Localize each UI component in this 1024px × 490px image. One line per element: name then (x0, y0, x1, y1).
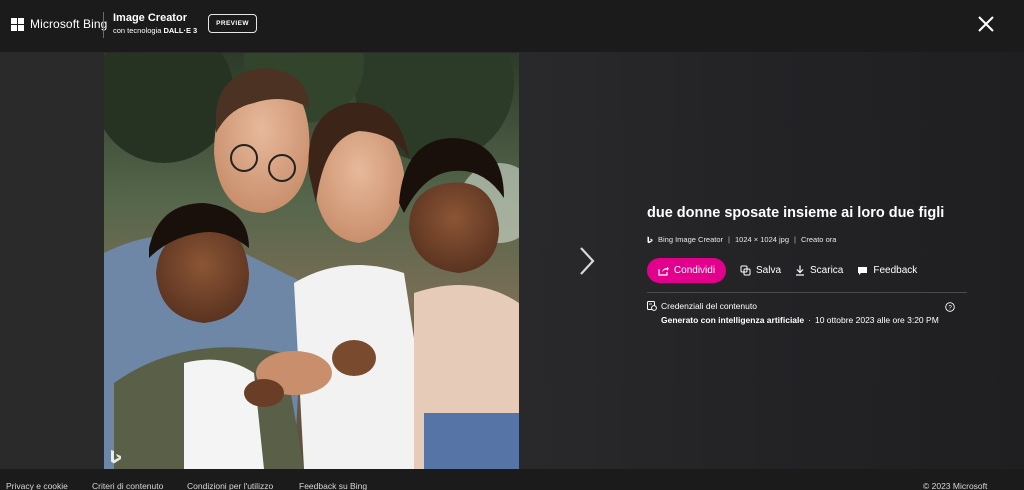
footer-link-feedback[interactable]: Feedback su Bing (299, 481, 367, 490)
ai-generated-label: Generato con intelligenza artificiale (661, 315, 805, 325)
top-bar: Microsoft Bing Image Creator con tecnolo… (0, 0, 1024, 50)
meta-separator: | (794, 235, 796, 244)
download-button[interactable]: Scarica (795, 265, 843, 276)
details-divider (647, 292, 967, 293)
close-button[interactable] (975, 13, 997, 35)
chevron-right-icon (580, 247, 595, 275)
generation-date: 10 ottobre 2023 alle ore 3:20 PM (814, 315, 939, 325)
footer-link-terms[interactable]: Condizioni per l'utilizzo (187, 481, 273, 490)
content-credentials-icon (647, 301, 657, 311)
image-details-panel: due donne sposate insieme ai loro due fi… (647, 205, 977, 325)
credentials-separator: · (808, 315, 811, 325)
dimensions-label: 1024 × 1024 jpg (735, 235, 790, 244)
svg-text:?: ? (948, 304, 952, 311)
help-icon[interactable]: ? (945, 302, 955, 312)
image-title: due donne sposate insieme ai loro due fi… (647, 205, 945, 221)
feedback-button[interactable]: Feedback (857, 265, 917, 276)
bing-icon (647, 236, 653, 243)
close-icon (978, 16, 994, 32)
credentials-heading: Credenziali del contenuto (661, 301, 757, 311)
credentials-heading-row: Credenziali del contenuto ? (647, 301, 967, 312)
footer: Privacy e cookie Criteri di contenuto Co… (0, 469, 1024, 490)
image-meta: Bing Image Creator | 1024 × 1024 jpg | C… (647, 235, 836, 244)
microsoft-logo-icon (11, 17, 24, 31)
feedback-icon (858, 266, 868, 275)
generated-image[interactable] (104, 53, 519, 469)
created-label: Creato ora (800, 235, 837, 244)
content-credentials: Credenziali del contenuto ? Generato con… (647, 301, 967, 325)
save-button[interactable]: Salva (740, 265, 781, 276)
microsoft-bing-logo[interactable]: Microsoft Bing (11, 16, 107, 32)
copyright: © 2023 Microsoft (923, 481, 988, 490)
action-bar: Condividi Salva Scarica Feedback (647, 258, 917, 283)
save-collection-icon (740, 265, 751, 276)
brand-name: Microsoft Bing (30, 17, 108, 31)
bing-watermark-icon (111, 450, 121, 464)
credentials-detail: Generato con intelligenza artificiale · 10… (661, 315, 967, 325)
meta-separator: | (728, 235, 730, 244)
download-icon (796, 265, 805, 276)
share-button[interactable]: Condividi (647, 258, 726, 283)
family-photo (104, 53, 519, 469)
product-name[interactable]: Image Creator con tecnologia DALL·E 3 (113, 12, 197, 36)
product-subtitle: con tecnologia DALL·E 3 (113, 26, 198, 35)
product-title: Image Creator (113, 12, 187, 24)
source-label: Bing Image Creator (658, 235, 724, 244)
next-image-button[interactable] (576, 245, 598, 277)
share-icon (658, 266, 669, 276)
footer-link-privacy[interactable]: Privacy e cookie (6, 481, 68, 490)
footer-link-content-policy[interactable]: Criteri di contenuto (92, 481, 163, 490)
header-divider (103, 12, 104, 38)
preview-badge: PREVIEW (208, 14, 257, 33)
